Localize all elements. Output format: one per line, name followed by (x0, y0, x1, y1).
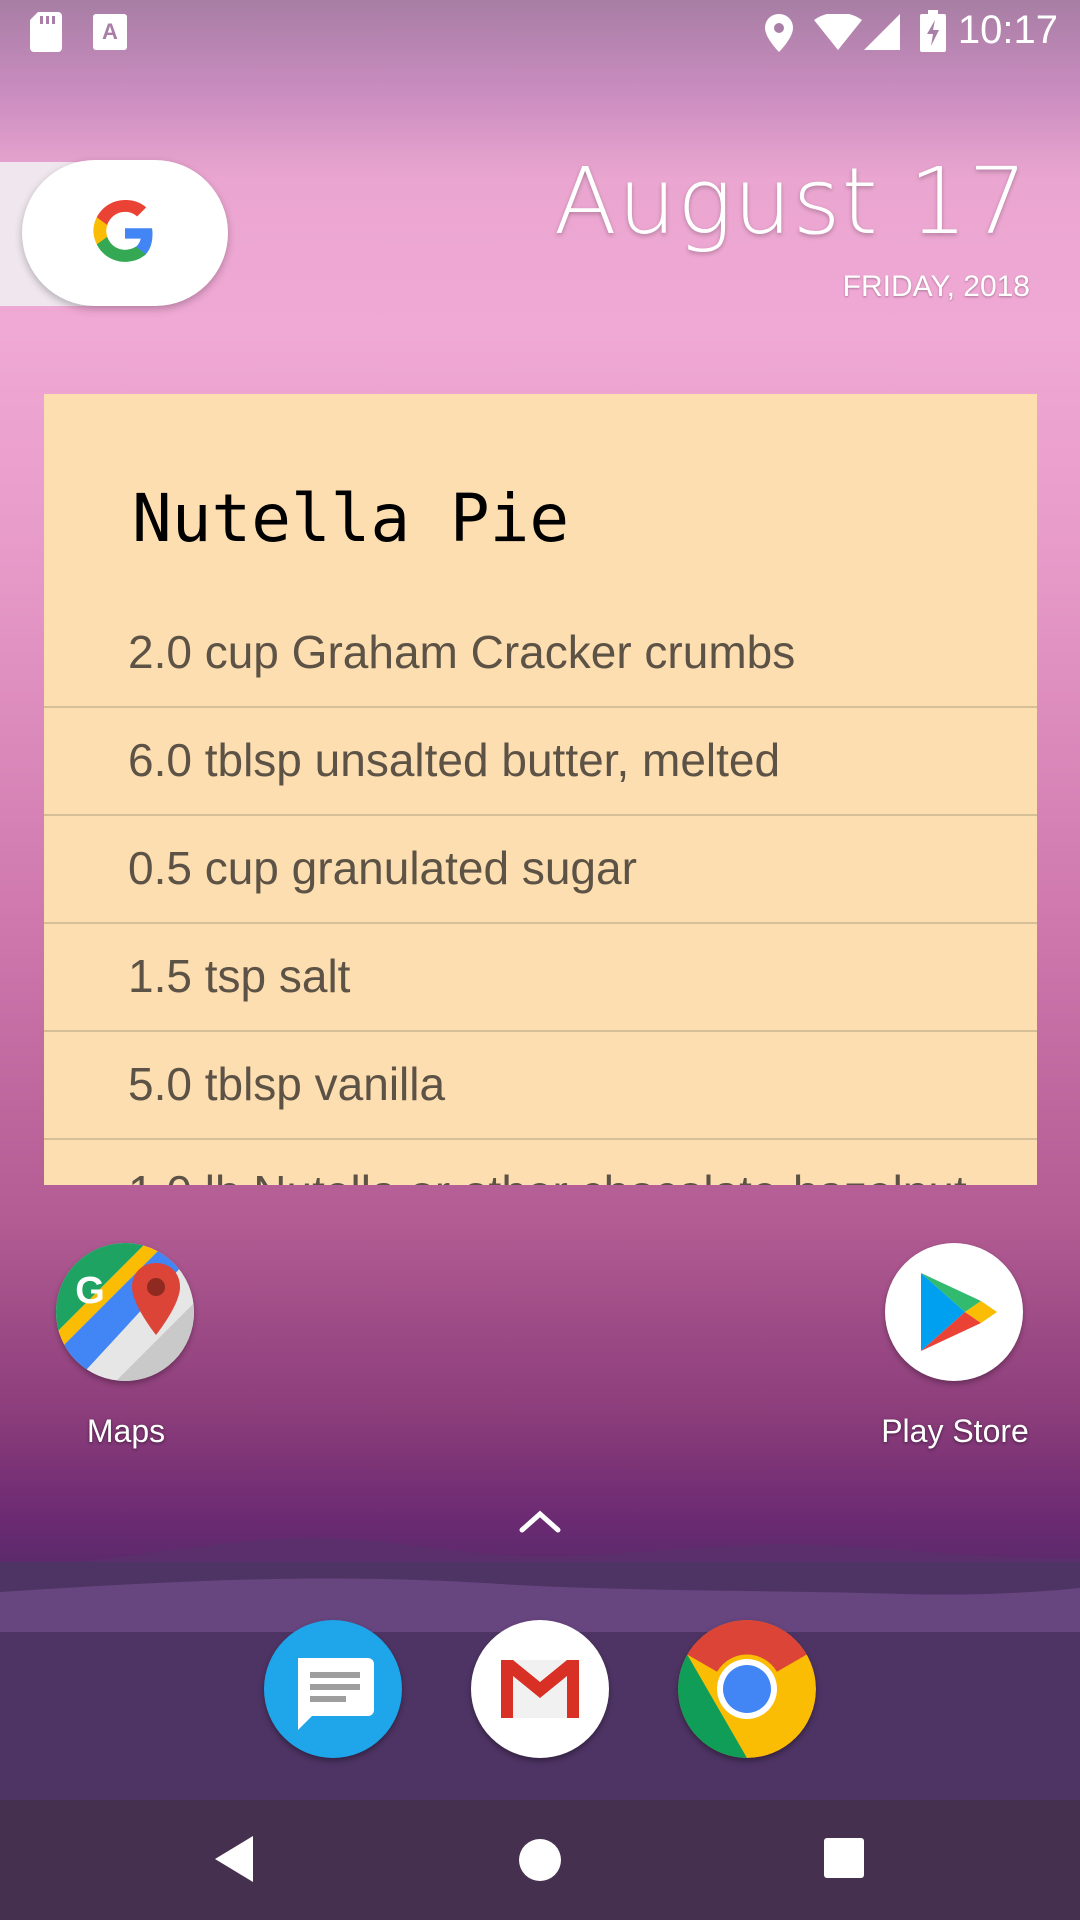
status-bar: A 10:17 (0, 0, 1080, 63)
app-drawer-arrow-icon[interactable] (518, 1506, 562, 1536)
recipe-title: Nutella Pie (132, 480, 570, 557)
ingredient-text: 1.0 lb Nutella or other chocolate-hazeln… (128, 1165, 967, 1185)
recents-icon[interactable] (824, 1838, 864, 1878)
app-label-maps: Maps (86, 1413, 166, 1449)
recipe-widget[interactable]: Nutella Pie 2.0 cup Graham Cracker crumb… (44, 394, 1037, 1185)
sd-card-icon (30, 12, 62, 52)
chrome-icon[interactable] (678, 1620, 816, 1758)
status-time: 10:17 (957, 8, 1058, 52)
maps-icon: G (56, 1243, 194, 1381)
gmail-icon[interactable] (471, 1620, 609, 1758)
ingredient-text: 6.0 tblsp unsalted butter, melted (128, 734, 781, 786)
back-icon[interactable] (215, 1836, 255, 1882)
svg-text:G: G (75, 1270, 105, 1312)
battery-icon (920, 10, 946, 52)
ingredient-row[interactable]: 5.0 tblsp vanilla (44, 1031, 1037, 1140)
ingredient-text: 0.5 cup granulated sugar (128, 842, 637, 894)
ingredient-text: 5.0 tblsp vanilla (128, 1058, 446, 1110)
signal-icon (864, 14, 900, 50)
ingredient-row[interactable]: 1.5 tsp salt (44, 923, 1037, 1032)
maps-app[interactable]: G Maps (56, 1243, 196, 1449)
clock-weekday-year: FRIDAY, 2018 (842, 270, 1030, 303)
ingredient-row[interactable]: 2.0 cup Graham Cracker crumbs (44, 599, 1037, 708)
google-search-button[interactable] (22, 160, 228, 306)
ingredient-text: 1.5 tsp salt (128, 950, 351, 1002)
google-g-icon (93, 200, 153, 262)
play-store-app[interactable]: Play Store (881, 1243, 1029, 1449)
ingredient-row[interactable]: 6.0 tblsp unsalted butter, melted (44, 707, 1037, 816)
home-icon[interactable] (518, 1838, 562, 1882)
play-store-icon (885, 1243, 1023, 1381)
location-icon (765, 14, 793, 52)
app-label-play-store: Play Store (881, 1413, 1029, 1449)
clock-date[interactable]: August 17 (554, 148, 1028, 255)
text-a-icon: A (93, 14, 127, 50)
ingredient-text: 2.0 cup Graham Cracker crumbs (128, 626, 796, 678)
ingredient-row[interactable]: 0.5 cup granulated sugar (44, 815, 1037, 924)
svg-text:A: A (102, 19, 118, 44)
ingredient-row[interactable]: 1.0 lb Nutella or other chocolate-hazeln… (44, 1139, 1037, 1185)
wifi-icon (814, 14, 862, 50)
messages-icon[interactable] (264, 1620, 402, 1758)
